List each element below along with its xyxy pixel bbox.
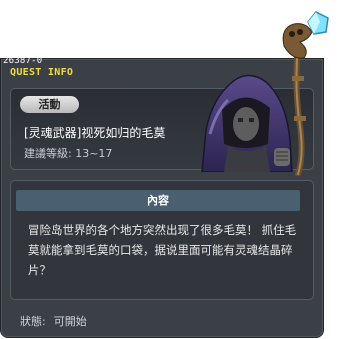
crystal-staff-icon (282, 11, 329, 176)
status-label: 狀態: (20, 315, 46, 328)
quest-description: 冒险岛世界的各个地方突然出现了很多毛莫！ 抓住毛莫就能拿到毛莫的口袋，据说里面可… (28, 223, 297, 277)
level-label: 建議等級: (24, 147, 72, 160)
level-range: 13~17 (75, 147, 113, 160)
content-header: 內容 (16, 190, 300, 211)
quest-status: 狀態: 可開始 (20, 313, 87, 329)
quest-title: [灵魂武器]视死如归的毛莫 (24, 126, 166, 140)
category-badge: 活動 (20, 96, 79, 113)
quest-id: 26387-0 (3, 56, 43, 66)
window-title: QUEST INFO (10, 67, 74, 78)
status-value: 可開始 (53, 315, 87, 328)
recommended-level: 建議等級: 13~17 (24, 145, 112, 161)
